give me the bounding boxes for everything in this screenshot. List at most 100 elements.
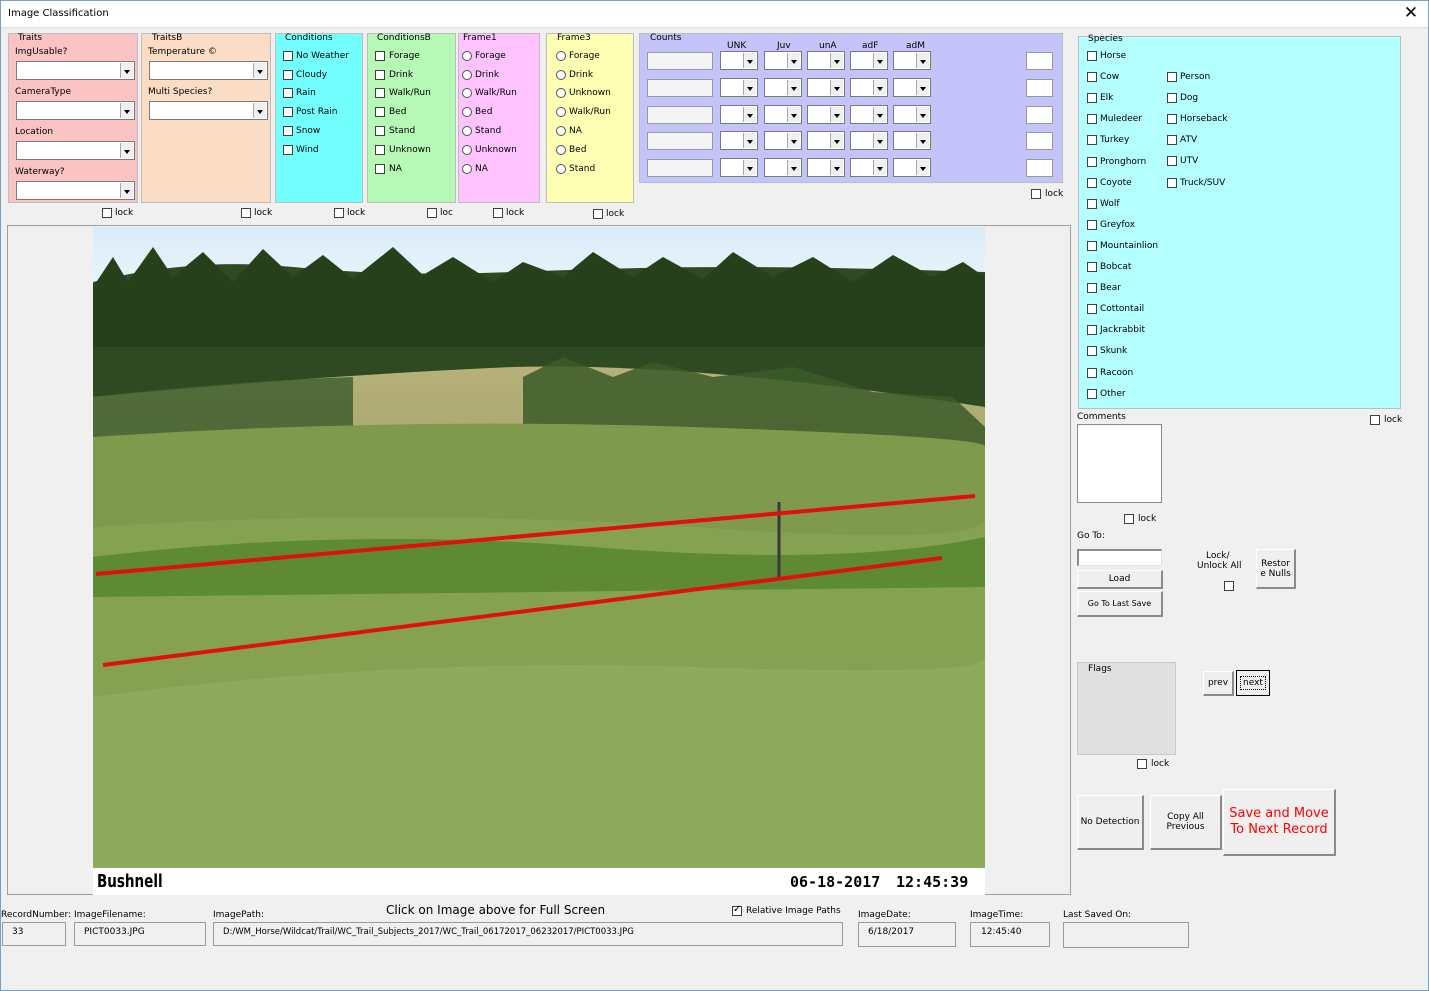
count-combo-juv[interactable] xyxy=(764,105,802,124)
comments-lock-checkbox[interactable] xyxy=(1124,514,1134,524)
counts-total-field[interactable] xyxy=(1026,132,1053,150)
species-checkbox[interactable] xyxy=(1167,93,1177,104)
frame1-radio[interactable] xyxy=(462,145,472,155)
chevron-down-icon[interactable] xyxy=(787,107,800,122)
species-checkbox[interactable] xyxy=(1087,283,1097,294)
cameratype-combo[interactable] xyxy=(16,101,135,120)
chevron-down-icon[interactable] xyxy=(253,63,266,78)
chevron-down-icon[interactable] xyxy=(916,80,929,95)
species-checkbox[interactable] xyxy=(1087,114,1097,125)
counts-total-field[interactable] xyxy=(1026,79,1053,97)
goto-input[interactable] xyxy=(1077,549,1162,566)
frame3-radio[interactable] xyxy=(556,145,566,155)
counts-row-label-field[interactable] xyxy=(647,106,713,124)
temperature-combo[interactable] xyxy=(149,61,268,80)
counts-total-field[interactable] xyxy=(1026,106,1053,124)
chevron-down-icon[interactable] xyxy=(120,103,133,118)
conditions-checkbox[interactable] xyxy=(283,51,293,61)
species-checkbox[interactable] xyxy=(1167,135,1177,146)
count-combo-unk[interactable] xyxy=(720,158,758,177)
count-combo-juv[interactable] xyxy=(764,131,802,150)
count-combo-juv[interactable] xyxy=(764,158,802,177)
frame1-radio[interactable] xyxy=(462,126,472,136)
chevron-down-icon[interactable] xyxy=(916,160,929,175)
species-checkbox[interactable] xyxy=(1087,388,1097,399)
chevron-down-icon[interactable] xyxy=(787,133,800,148)
frame3-radio[interactable] xyxy=(556,126,566,136)
count-combo-adm[interactable] xyxy=(893,78,931,97)
chevron-down-icon[interactable] xyxy=(873,53,886,68)
count-combo-unk[interactable] xyxy=(720,51,758,70)
count-combo-adm[interactable] xyxy=(893,105,931,124)
frame3-radio[interactable] xyxy=(556,88,566,98)
count-combo-una[interactable] xyxy=(807,78,845,97)
frame3-radio[interactable] xyxy=(556,164,566,174)
species-checkbox[interactable] xyxy=(1087,93,1097,104)
species-checkbox[interactable] xyxy=(1087,304,1097,315)
image-path-field[interactable]: D:/WM_Horse/Wildcat/Trail/WC_Trail_Subje… xyxy=(213,922,843,946)
count-combo-adm[interactable] xyxy=(893,158,931,177)
waterway-combo[interactable] xyxy=(16,181,135,200)
frame1-radio[interactable] xyxy=(462,70,472,80)
lock-unlock-all-checkbox[interactable] xyxy=(1224,581,1234,591)
conditionsb-checkbox[interactable] xyxy=(375,107,385,117)
conditions-checkbox[interactable] xyxy=(283,145,293,155)
chevron-down-icon[interactable] xyxy=(787,160,800,175)
frame3-radio[interactable] xyxy=(556,107,566,117)
last-saved-field[interactable] xyxy=(1063,922,1189,948)
chevron-down-icon[interactable] xyxy=(873,80,886,95)
image-filename-field[interactable]: PICT0033.JPG xyxy=(74,922,206,946)
species-checkbox[interactable] xyxy=(1087,240,1097,251)
chevron-down-icon[interactable] xyxy=(873,160,886,175)
count-combo-adf[interactable] xyxy=(850,78,888,97)
frame1-radio[interactable] xyxy=(462,88,472,98)
chevron-down-icon[interactable] xyxy=(830,107,843,122)
comments-textarea[interactable] xyxy=(1077,424,1162,503)
chevron-down-icon[interactable] xyxy=(916,107,929,122)
species-checkbox[interactable] xyxy=(1087,325,1097,336)
relative-paths-checkbox[interactable] xyxy=(732,904,742,916)
conditionsb-checkbox[interactable] xyxy=(375,145,385,155)
flags-lock-checkbox[interactable] xyxy=(1137,759,1147,769)
close-icon[interactable]: ✕ xyxy=(1401,3,1421,23)
chevron-down-icon[interactable] xyxy=(873,107,886,122)
imgusable-combo[interactable] xyxy=(16,61,135,80)
frame1-radio[interactable] xyxy=(462,164,472,174)
save-and-move-button[interactable]: Save and Move To Next Record xyxy=(1223,789,1336,856)
chevron-down-icon[interactable] xyxy=(830,160,843,175)
location-combo[interactable] xyxy=(16,141,135,160)
species-checkbox[interactable] xyxy=(1087,346,1097,357)
conditions-lock-checkbox[interactable] xyxy=(334,208,344,218)
count-combo-una[interactable] xyxy=(807,51,845,70)
count-combo-adf[interactable] xyxy=(850,105,888,124)
load-button[interactable]: Load xyxy=(1077,570,1163,589)
chevron-down-icon[interactable] xyxy=(743,133,756,148)
chevron-down-icon[interactable] xyxy=(743,53,756,68)
chevron-down-icon[interactable] xyxy=(743,80,756,95)
frame1-lock-checkbox[interactable] xyxy=(493,208,503,218)
count-combo-adf[interactable] xyxy=(850,131,888,150)
count-combo-juv[interactable] xyxy=(764,78,802,97)
count-combo-unk[interactable] xyxy=(720,131,758,150)
chevron-down-icon[interactable] xyxy=(743,160,756,175)
trail-camera-photo[interactable]: Bushnell 06-18-2017 12:45:39 xyxy=(93,227,985,895)
traits-lock-checkbox[interactable] xyxy=(102,208,112,218)
restore-nulls-button[interactable]: Restor e Nulls xyxy=(1256,549,1296,589)
counts-row-label-field[interactable] xyxy=(647,159,713,177)
chevron-down-icon[interactable] xyxy=(830,133,843,148)
image-time-field[interactable]: 12:45:40 xyxy=(970,922,1050,947)
chevron-down-icon[interactable] xyxy=(916,133,929,148)
chevron-down-icon[interactable] xyxy=(787,53,800,68)
species-checkbox[interactable] xyxy=(1087,156,1097,167)
image-date-field[interactable]: 6/18/2017 xyxy=(858,922,956,947)
species-checkbox[interactable] xyxy=(1087,177,1097,188)
counts-row-label-field[interactable] xyxy=(647,79,713,97)
species-checkbox[interactable] xyxy=(1087,72,1097,83)
count-combo-una[interactable] xyxy=(807,131,845,150)
conditions-checkbox[interactable] xyxy=(283,107,293,117)
species-checkbox[interactable] xyxy=(1087,51,1097,61)
copy-all-previous-button[interactable]: Copy All Previous xyxy=(1150,795,1222,850)
counts-row-label-field[interactable] xyxy=(647,132,713,150)
conditionsb-checkbox[interactable] xyxy=(375,51,385,61)
go-to-last-save-button[interactable]: Go To Last Save xyxy=(1077,591,1163,617)
